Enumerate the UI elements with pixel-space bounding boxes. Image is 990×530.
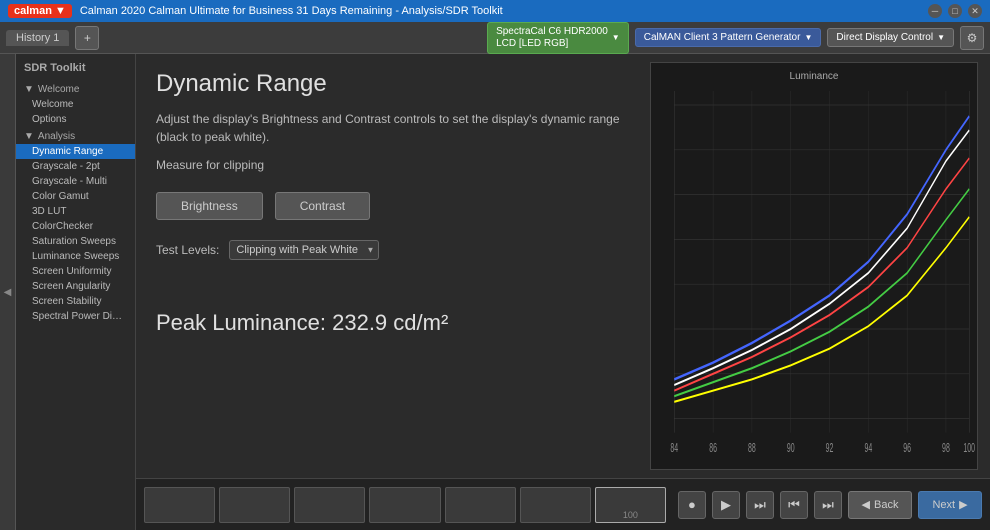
svg-text:98: 98 bbox=[942, 442, 950, 456]
test-levels-select-wrapper[interactable]: Clipping with Peak White bbox=[229, 240, 379, 260]
sidebar-collapse-button[interactable]: ◀ bbox=[0, 54, 16, 530]
window-controls: ─ □ ✕ bbox=[928, 4, 982, 18]
chevron-down-icon: ▼ bbox=[937, 33, 945, 42]
device-display-label: Direct Display Control bbox=[836, 32, 933, 43]
svg-text:94: 94 bbox=[864, 442, 872, 456]
peak-luminance-value: Peak Luminance: 232.9 cd/m² bbox=[156, 310, 626, 336]
window-title: Calman 2020 Calman Ultimate for Business… bbox=[80, 5, 928, 17]
sidebar-item-screen-stability[interactable]: Screen Stability bbox=[16, 294, 135, 309]
sidebar-section-analysis[interactable]: ▼ Analysis bbox=[16, 127, 135, 144]
sidebar-section-welcome[interactable]: ▼ Welcome bbox=[16, 80, 135, 97]
action-buttons: Brightness Contrast bbox=[156, 192, 626, 220]
sidebar-item-3d-lut[interactable]: 3D LUT bbox=[16, 204, 135, 219]
sidebar: SDR Toolkit ▼ Welcome Welcome Options ▼ … bbox=[16, 54, 136, 530]
content-area: Dynamic Range Adjust the display's Brigh… bbox=[136, 54, 990, 530]
next-label: Next bbox=[932, 499, 955, 511]
content-main: Dynamic Range Adjust the display's Brigh… bbox=[136, 54, 990, 478]
play-button[interactable]: ▶ bbox=[712, 491, 740, 519]
device-spectra-label: SpectraCal C6 HDR2000LCD [LED RGB] bbox=[496, 26, 608, 50]
svg-text:86: 86 bbox=[709, 442, 717, 456]
chevron-right-icon: ▶ bbox=[959, 498, 967, 511]
sidebar-item-colorchecker[interactable]: ColorChecker bbox=[16, 219, 135, 234]
sidebar-item-options[interactable]: Options bbox=[16, 112, 135, 127]
toolbar: History 1 + SpectraCal C6 HDR2000LCD [LE… bbox=[0, 22, 990, 54]
luminance-chart: 84 86 88 90 92 94 96 98 100 bbox=[651, 63, 977, 469]
next-button[interactable]: Next ▶ bbox=[918, 491, 982, 519]
chevron-down-icon: ▼ bbox=[24, 131, 34, 142]
strip-swatch-2[interactable] bbox=[219, 487, 290, 523]
minimize-button[interactable]: ─ bbox=[928, 4, 942, 18]
chart-title: Luminance bbox=[651, 67, 977, 84]
main-layout: ◀ SDR Toolkit ▼ Welcome Welcome Options … bbox=[0, 54, 990, 530]
maximize-button[interactable]: □ bbox=[948, 4, 962, 18]
page-title: Dynamic Range bbox=[156, 70, 626, 98]
sidebar-item-screen-uniformity[interactable]: Screen Uniformity bbox=[16, 264, 135, 279]
device-calman-label: CalMAN Client 3 Pattern Generator bbox=[644, 32, 801, 43]
chevron-down-icon: ▼ bbox=[612, 33, 620, 42]
bottom-strip: 100 ● ▶ ⏭ ⏮ ⏭ ◀ Back Next ▶ bbox=[136, 478, 990, 530]
svg-text:84: 84 bbox=[670, 442, 678, 456]
right-panel: Luminance bbox=[646, 54, 990, 478]
chevron-down-icon: ▼ bbox=[24, 84, 34, 95]
device-display-button[interactable]: Direct Display Control ▼ bbox=[827, 28, 954, 47]
strip-swatch-6[interactable] bbox=[520, 487, 591, 523]
back-label: Back bbox=[874, 499, 898, 511]
strip-swatch-5[interactable] bbox=[445, 487, 516, 523]
test-levels-select[interactable]: Clipping with Peak White bbox=[229, 240, 379, 260]
brightness-button[interactable]: Brightness bbox=[156, 192, 263, 220]
chart-container: Luminance bbox=[650, 62, 978, 470]
titlebar: calman ▼ Calman 2020 Calman Ultimate for… bbox=[0, 0, 990, 22]
add-history-button[interactable]: + bbox=[75, 26, 99, 50]
nav-controls: ● ▶ ⏭ ⏮ ⏭ ◀ Back Next ▶ bbox=[678, 491, 982, 519]
svg-text:96: 96 bbox=[903, 442, 911, 456]
forward-button[interactable]: ⏭ bbox=[814, 491, 842, 519]
left-panel: Dynamic Range Adjust the display's Brigh… bbox=[136, 54, 646, 478]
description-text: Adjust the display's Brightness and Cont… bbox=[156, 110, 626, 146]
record-button[interactable]: ● bbox=[678, 491, 706, 519]
skip-button[interactable]: ⏭ bbox=[746, 491, 774, 519]
chevron-down-icon: ▼ bbox=[804, 33, 812, 42]
swatch-label: 100 bbox=[623, 510, 638, 520]
svg-text:88: 88 bbox=[748, 442, 756, 456]
measure-text: Measure for clipping bbox=[156, 158, 626, 172]
device-calman-button[interactable]: CalMAN Client 3 Pattern Generator ▼ bbox=[635, 28, 822, 47]
sidebar-item-luminance-sweeps[interactable]: Luminance Sweeps bbox=[16, 249, 135, 264]
app-logo: calman ▼ bbox=[8, 4, 72, 18]
rewind-button[interactable]: ⏮ bbox=[780, 491, 808, 519]
svg-text:92: 92 bbox=[826, 442, 834, 456]
back-button[interactable]: ◀ Back bbox=[848, 491, 912, 519]
svg-text:90: 90 bbox=[787, 442, 795, 456]
sidebar-item-spectral-power[interactable]: Spectral Power Dist... bbox=[16, 309, 135, 324]
strip-swatch-4[interactable] bbox=[369, 487, 440, 523]
sidebar-item-dynamic-range[interactable]: Dynamic Range bbox=[16, 144, 135, 159]
strip-swatch-7[interactable]: 100 bbox=[595, 487, 666, 523]
test-levels-label: Test Levels: bbox=[156, 243, 219, 257]
svg-text:100: 100 bbox=[963, 442, 975, 456]
sidebar-title: SDR Toolkit bbox=[16, 58, 135, 80]
sidebar-item-grayscale-2pt[interactable]: Grayscale - 2pt bbox=[16, 159, 135, 174]
strip-swatch-3[interactable] bbox=[294, 487, 365, 523]
sidebar-item-color-gamut[interactable]: Color Gamut bbox=[16, 189, 135, 204]
sidebar-item-screen-angularity[interactable]: Screen Angularity bbox=[16, 279, 135, 294]
sidebar-item-saturation-sweeps[interactable]: Saturation Sweeps bbox=[16, 234, 135, 249]
device-spectra-button[interactable]: SpectraCal C6 HDR2000LCD [LED RGB] ▼ bbox=[487, 22, 629, 54]
contrast-button[interactable]: Contrast bbox=[275, 192, 370, 220]
history-tab[interactable]: History 1 bbox=[6, 30, 69, 46]
strip-swatch-1[interactable] bbox=[144, 487, 215, 523]
close-button[interactable]: ✕ bbox=[968, 4, 982, 18]
chevron-left-icon: ◀ bbox=[862, 498, 870, 511]
sidebar-item-grayscale-multi[interactable]: Grayscale - Multi bbox=[16, 174, 135, 189]
sidebar-item-welcome[interactable]: Welcome bbox=[16, 97, 135, 112]
settings-icon[interactable]: ⚙ bbox=[960, 26, 984, 50]
test-levels-row: Test Levels: Clipping with Peak White bbox=[156, 240, 626, 260]
